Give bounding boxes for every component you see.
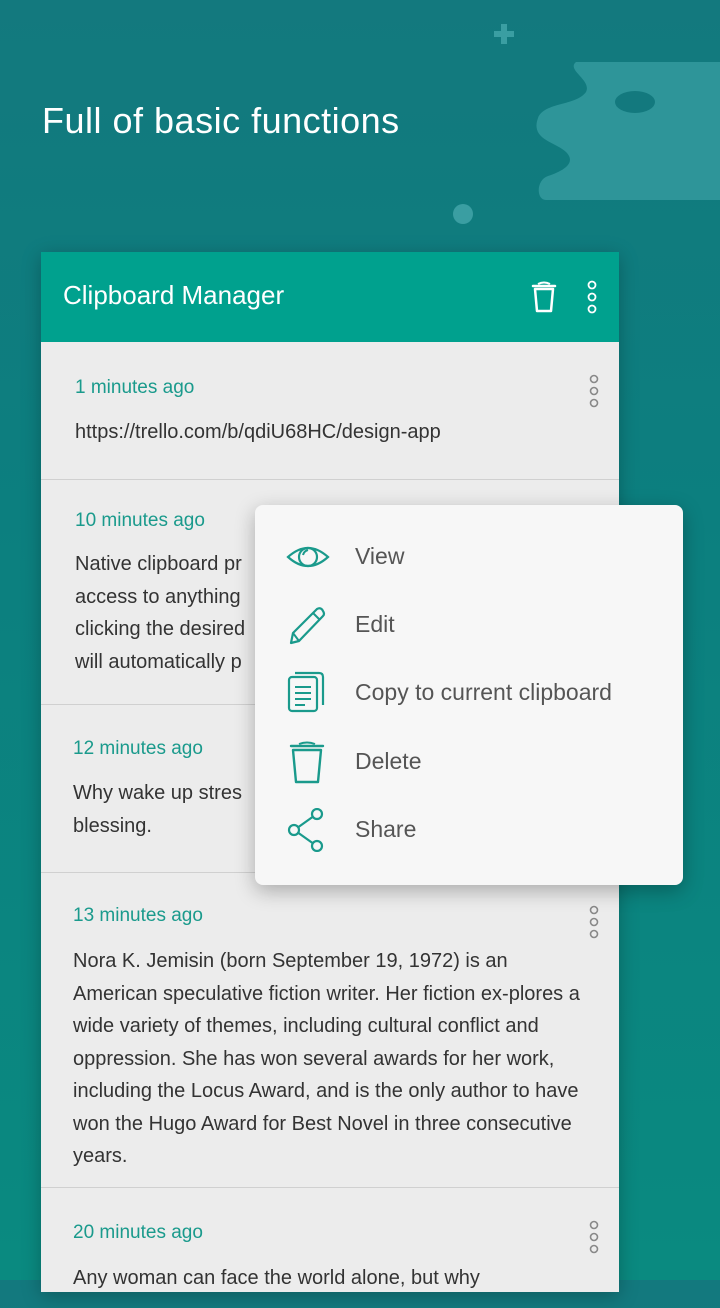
menu-item-copy[interactable]: Copy to current clipboard xyxy=(255,663,683,723)
headline: Full of basic functions xyxy=(42,100,400,141)
more-vert-icon[interactable] xyxy=(583,1220,605,1254)
clip-item[interactable]: 13 minutes ago Nora K. Jemisin (born Sep… xyxy=(41,873,619,1188)
share-icon xyxy=(287,808,324,852)
clip-item[interactable]: 1 minutes ago https://trello.com/b/qdiU6… xyxy=(41,342,619,480)
menu-label: Copy to current clipboard xyxy=(355,679,612,705)
app-bar: Clipboard Manager xyxy=(41,252,619,342)
clip-text: Why wake up stres blessing. xyxy=(73,782,242,837)
trash-icon xyxy=(289,741,325,784)
menu-label: View xyxy=(355,543,405,569)
menu-item-delete[interactable]: Delete xyxy=(255,732,683,792)
decorative-dot xyxy=(453,204,473,224)
clip-item[interactable]: 20 minutes ago Any woman can face the wo… xyxy=(41,1188,619,1308)
more-vert-icon[interactable] xyxy=(583,905,605,939)
clip-time: 12 minutes ago xyxy=(73,738,203,759)
clip-text: Any woman can face the world alone, but … xyxy=(73,1267,480,1289)
menu-item-edit[interactable]: Edit xyxy=(255,595,683,655)
clip-time: 13 minutes ago xyxy=(73,905,203,926)
more-vert-icon[interactable] xyxy=(583,374,605,408)
clip-time: 20 minutes ago xyxy=(73,1222,203,1243)
menu-label: Share xyxy=(355,816,417,842)
menu-label: Edit xyxy=(355,611,395,637)
clip-time: 1 minutes ago xyxy=(75,377,195,398)
clip-time: 10 minutes ago xyxy=(75,510,205,531)
more-vert-icon[interactable] xyxy=(581,280,603,314)
menu-label: Delete xyxy=(355,748,422,774)
clip-text: Nora K. Jemisin (born September 19, 1972… xyxy=(73,950,580,1167)
decorative-blob xyxy=(536,62,720,200)
decorative-plus xyxy=(494,24,514,44)
trash-icon[interactable] xyxy=(529,280,559,314)
eye-icon xyxy=(286,546,330,568)
app-title: Clipboard Manager xyxy=(63,280,285,310)
copy-icon xyxy=(287,671,325,713)
clip-text: Native clipboard pr access to anything c… xyxy=(75,553,246,673)
pencil-icon xyxy=(289,607,326,645)
context-menu: View Edit Copy to current clipboard Dele… xyxy=(255,505,683,885)
menu-item-view[interactable]: View xyxy=(255,527,683,587)
menu-item-share[interactable]: Share xyxy=(255,800,683,860)
clip-text: https://trello.com/b/qdiU68HC/design-app xyxy=(75,421,441,443)
